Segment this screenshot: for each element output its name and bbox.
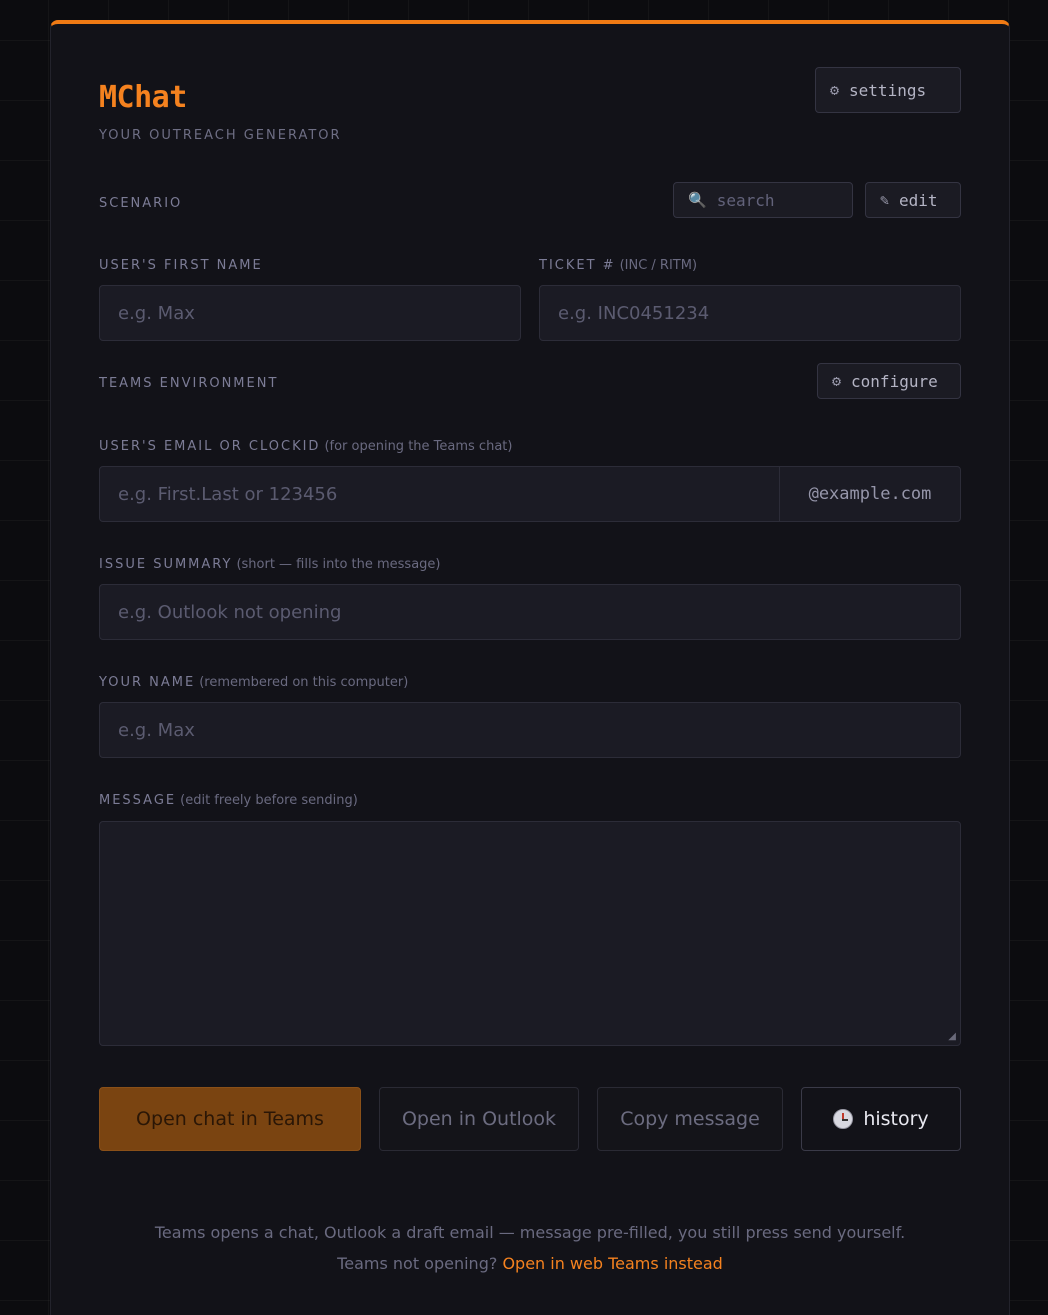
edit-label: edit [899, 190, 938, 210]
email-label: USER'S EMAIL OR CLOCKID (for opening the … [99, 439, 512, 454]
first-name-label: USER'S FIRST NAME [99, 258, 263, 273]
gear-icon: ⚙ [832, 372, 842, 390]
gear-icon: ⚙ [830, 81, 840, 99]
footer-fallback-text: Teams not opening? [337, 1254, 498, 1273]
open-outlook-button[interactable]: Open in Outlook [379, 1087, 579, 1151]
footer-fallback: Teams not opening? Open in web Teams ins… [99, 1254, 961, 1273]
message-label-text: MESSAGE [99, 793, 177, 808]
open-teams-chat-button[interactable]: Open chat in Teams [99, 1087, 361, 1151]
email-hint: (for opening the Teams chat) [324, 439, 513, 454]
clock-icon [833, 1109, 854, 1129]
configure-label: configure [851, 371, 938, 391]
issue-label: ISSUE SUMMARY (short — fills into the mes… [99, 557, 441, 572]
message-textarea[interactable]: ◢ [99, 821, 961, 1046]
settings-label: settings [849, 80, 927, 100]
app-tagline: YOUR OUTREACH GENERATOR [99, 128, 342, 143]
app-logo: MChat [99, 80, 187, 115]
scenario-label: SCENARIO [99, 196, 183, 211]
email-domain-suffix: @example.com [779, 467, 960, 521]
ticket-placeholder: e.g. INC0451234 [558, 302, 710, 324]
main-card: MChat YOUR OUTREACH GENERATOR ⚙ settings… [50, 20, 1010, 1315]
your-name-placeholder: e.g. Max [118, 719, 195, 741]
scenario-search-input[interactable]: 🔍 search [673, 182, 853, 218]
open-web-teams-link[interactable]: Open in web Teams instead [502, 1254, 722, 1273]
magnifier-icon: 🔍 [688, 191, 707, 209]
email-field[interactable]: e.g. First.Last or 123456 @example.com [99, 466, 961, 522]
resize-handle-icon[interactable]: ◢ [948, 1031, 956, 1042]
pencil-icon: ✎ [880, 191, 890, 209]
copy-message-button[interactable]: Copy message [597, 1087, 783, 1151]
configure-button[interactable]: ⚙ configure [817, 363, 961, 399]
your-name-hint: (remembered on this computer) [199, 675, 409, 690]
first-name-placeholder: e.g. Max [118, 302, 195, 324]
issue-summary-field[interactable]: e.g. Outlook not opening [99, 584, 961, 640]
search-placeholder: search [716, 190, 775, 210]
scenario-edit-button[interactable]: ✎ edit [865, 182, 961, 218]
history-label: history [863, 1108, 929, 1130]
email-placeholder: e.g. First.Last or 123456 [118, 483, 338, 505]
message-label: MESSAGE (edit freely before sending) [99, 793, 358, 808]
message-hint: (edit freely before sending) [180, 793, 358, 808]
ticket-hint: (INC / RITM) [619, 258, 698, 273]
email-label-text: USER'S EMAIL OR CLOCKID [99, 439, 321, 454]
issue-label-text: ISSUE SUMMARY [99, 557, 233, 572]
issue-hint: (short — fills into the message) [236, 557, 441, 572]
your-name-label-text: YOUR NAME [99, 675, 196, 690]
your-name-field[interactable]: e.g. Max [99, 702, 961, 758]
history-button[interactable]: history [801, 1087, 961, 1151]
ticket-label-text: TICKET # [539, 258, 616, 273]
teams-env-label: TEAMS ENVIRONMENT [99, 376, 279, 391]
settings-button[interactable]: ⚙ settings [815, 67, 961, 113]
ticket-field[interactable]: e.g. INC0451234 [539, 285, 961, 341]
ticket-label: TICKET # (INC / RITM) [539, 258, 697, 273]
first-name-field[interactable]: e.g. Max [99, 285, 521, 341]
your-name-label: YOUR NAME (remembered on this computer) [99, 675, 408, 690]
issue-placeholder: e.g. Outlook not opening [118, 601, 342, 623]
footer-note: Teams opens a chat, Outlook a draft emai… [154, 1223, 906, 1242]
